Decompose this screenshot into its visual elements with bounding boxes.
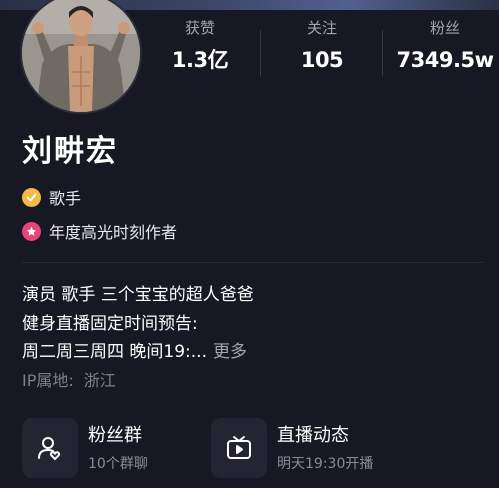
bio-line-text: 周二周三周四 晚间19:... (22, 342, 207, 362)
bio-line-truncated: 周二周三周四 晚间19:... 更多 (22, 340, 247, 364)
tag-highlight-label: 年度高光时刻作者 (49, 223, 178, 242)
section-divider (22, 262, 484, 263)
tag-highlight-creator[interactable]: 年度高光时刻作者 (22, 219, 177, 243)
ip-place: 浙江 (83, 371, 116, 390)
bio-line: 演员 歌手 三个宝宝的超人爸爸 (22, 285, 254, 305)
stat-likes-label: 获赞 (184, 19, 215, 37)
fan-group-title: 粉丝群 (88, 425, 142, 446)
live-activity-subtitle: 明天19:30开播 (277, 456, 374, 472)
stat-following-label: 关注 (306, 19, 337, 37)
live-activity-card[interactable]: 直播动态 明天19:30开播 (211, 418, 411, 482)
stat-followers[interactable]: 粉丝 7349.5w (395, 18, 495, 74)
profile-name: 刘畊宏 (22, 134, 118, 169)
stat-following-value: 105 (300, 48, 344, 72)
stat-followers-value: 7349.5w (396, 48, 494, 72)
stat-likes-value: 1.3亿 (171, 48, 229, 72)
stat-followers-label: 粉丝 (429, 19, 460, 37)
verified-check-icon (22, 187, 41, 207)
live-activity-title: 直播动态 (277, 425, 349, 446)
star-badge-icon (22, 221, 41, 241)
stat-divider (382, 30, 383, 76)
profile-stats: 获赞 1.3亿 关注 105 粉丝 7349.5w (150, 18, 499, 88)
stat-divider (260, 30, 261, 76)
stat-likes[interactable]: 获赞 1.3亿 (150, 18, 250, 74)
stat-following[interactable]: 关注 105 (272, 18, 372, 74)
bio-more-link[interactable]: 更多 (213, 342, 247, 362)
live-tv-icon (211, 418, 267, 478)
fan-group-icon (22, 418, 78, 478)
fan-group-card[interactable]: 粉丝群 10个群聊 (22, 418, 192, 482)
avatar[interactable] (20, 0, 142, 114)
tag-singer[interactable]: 歌手 (22, 185, 81, 209)
ip-location: IP属地: 浙江 (22, 370, 116, 392)
ip-label: IP属地: (22, 371, 74, 390)
fan-group-subtitle: 10个群聊 (88, 456, 148, 472)
bio-line: 健身直播固定时间预告: (22, 314, 198, 334)
tag-singer-label: 歌手 (49, 189, 82, 208)
